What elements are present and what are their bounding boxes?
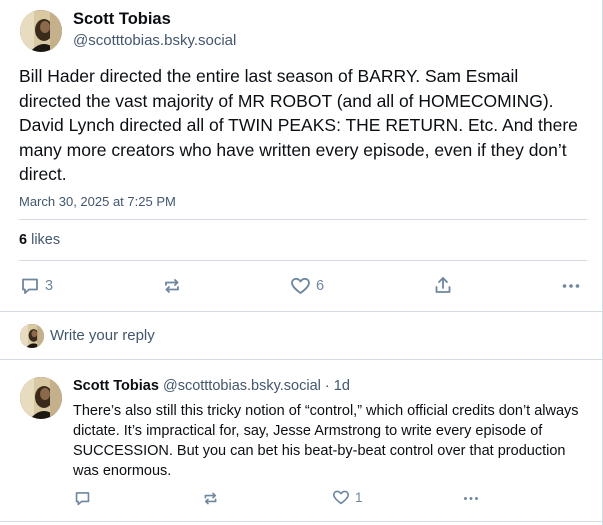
divider xyxy=(0,359,603,360)
share-button[interactable] xyxy=(433,275,453,295)
likes-count-link[interactable]: 6 likes xyxy=(19,232,60,248)
more-icon xyxy=(462,490,480,507)
reply-header: Scott Tobias @scotttobias.bsky.social · … xyxy=(73,378,350,394)
divider xyxy=(0,311,603,312)
reply-like-count: 1 xyxy=(355,490,363,505)
reply-author-avatar[interactable] xyxy=(20,377,62,419)
divider xyxy=(19,219,587,220)
more-options-button[interactable] xyxy=(561,276,581,296)
like-icon xyxy=(290,276,311,296)
more-icon xyxy=(561,276,581,296)
repost-button[interactable] xyxy=(162,276,182,296)
post-timestamp[interactable]: March 30, 2025 at 7:25 PM xyxy=(19,194,176,209)
reply-icon xyxy=(20,276,40,296)
my-avatar xyxy=(20,324,44,348)
divider xyxy=(0,521,603,522)
like-button[interactable]: 6 xyxy=(290,276,324,296)
author-avatar[interactable] xyxy=(20,10,62,52)
reply-separator: · xyxy=(320,378,334,394)
share-icon xyxy=(433,275,453,295)
repost-icon xyxy=(202,490,219,507)
likes-count: 6 xyxy=(19,232,28,248)
reply-input[interactable]: Write your reply xyxy=(50,327,155,344)
reply-author-name[interactable]: Scott Tobias xyxy=(73,378,159,394)
reply-icon xyxy=(74,490,91,507)
like-icon xyxy=(332,489,350,506)
repost-icon xyxy=(162,276,182,296)
divider xyxy=(19,260,587,261)
reply-more-options-button[interactable] xyxy=(462,490,480,507)
reply-count: 3 xyxy=(45,278,54,294)
post-text: Bill Hader directed the entire last seas… xyxy=(19,66,578,184)
author-name[interactable]: Scott Tobias xyxy=(73,10,171,29)
like-count: 6 xyxy=(316,278,325,294)
reply-text: There’s also still this tricky notion of… xyxy=(73,403,579,479)
post-thread: Scott Tobias @scotttobias.bsky.social Bi… xyxy=(0,0,603,525)
reply-author-handle[interactable]: @scotttobias.bsky.social xyxy=(163,378,321,394)
reply-reply-button[interactable] xyxy=(74,490,91,507)
reply-repost-button[interactable] xyxy=(202,490,219,507)
reply-like-button[interactable]: 1 xyxy=(332,489,363,506)
likes-label: likes xyxy=(27,232,61,248)
reply-button[interactable]: 3 xyxy=(20,276,53,296)
author-handle[interactable]: @scotttobias.bsky.social xyxy=(73,32,236,49)
reply-age[interactable]: 1d xyxy=(334,378,350,394)
